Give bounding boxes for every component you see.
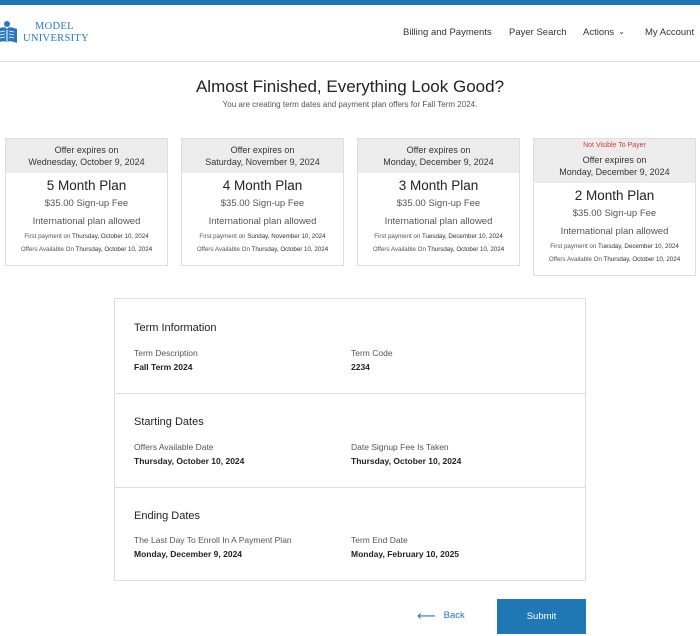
plan-card-2-month: Not Visible To Payer Offer expires on Mo… xyxy=(533,138,696,276)
signup-fee-date-value: Thursday, October 10, 2024 xyxy=(351,456,462,466)
term-code-label: Term Code xyxy=(351,348,393,358)
first-payment-label: First payment on xyxy=(24,233,71,240)
first-payment-line: First payment on Tuesday, December 10, 2… xyxy=(534,243,695,250)
plan-card-4-month: Offer expires on Saturday, November 9, 2… xyxy=(181,138,344,266)
first-payment-line: First payment on Tuesday, December 10, 2… xyxy=(358,233,519,240)
offers-available-date: Thursday, October 10, 2024 xyxy=(75,246,153,253)
offers-available-date: Thursday, October 10, 2024 xyxy=(251,246,329,253)
offer-expires-date: Saturday, November 9, 2024 xyxy=(205,157,320,167)
offer-expiry-header: Offer expires on Monday, December 9, 202… xyxy=(358,139,519,173)
term-end-date-value: Monday, February 10, 2025 xyxy=(351,549,460,559)
first-payment-label: First payment on xyxy=(550,243,597,250)
chevron-down-icon: ⌄ xyxy=(618,27,625,36)
term-description-label: Term Description xyxy=(134,348,198,358)
nav-payer-search[interactable]: Payer Search xyxy=(509,27,567,38)
first-payment-line: First payment on Thursday, October 10, 2… xyxy=(6,233,167,240)
signup-fee: $35.00 Sign-up Fee xyxy=(220,198,305,209)
offers-available-label: Offers Available On xyxy=(372,246,426,253)
nav-my-account-menu[interactable]: My Account⌄ xyxy=(645,27,700,38)
logo-line-2: UNIVERSITY xyxy=(23,33,89,44)
first-payment-label: First payment on xyxy=(199,233,246,240)
first-payment-date: Tuesday, December 10, 2024 xyxy=(421,233,503,240)
book-crest-icon xyxy=(0,21,17,44)
offers-available-label: Offers Available On xyxy=(20,246,74,253)
nav-billing-payments[interactable]: Billing and Payments xyxy=(403,27,492,38)
plan-card-3-month: Offer expires on Monday, December 9, 202… xyxy=(357,138,520,266)
section-title: Starting Dates xyxy=(134,416,204,428)
offer-expires-label: Offer expires on xyxy=(230,145,295,155)
offers-available-date-label: Offers Available Date xyxy=(134,442,214,452)
offers-available-line: Offers Available On Thursday, October 10… xyxy=(358,246,519,265)
international-allowed: International plan allowed xyxy=(560,226,669,237)
term-end-date-label: Term End Date xyxy=(351,535,408,545)
offer-expires-label: Offer expires on xyxy=(406,145,471,155)
offer-expires-date: Monday, December 9, 2024 xyxy=(559,167,670,177)
offer-expiry-header: Offer expires on Monday, December 9, 202… xyxy=(534,153,695,183)
offers-available-line: Offers Available On Thursday, October 10… xyxy=(182,246,343,265)
last-enroll-day-value: Monday, December 9, 2024 xyxy=(134,549,243,559)
first-payment-line: First payment on Sunday, November 10, 20… xyxy=(182,233,343,240)
offers-available-date: Thursday, October 10, 2024 xyxy=(603,256,681,263)
offers-available-label: Offers Available On xyxy=(196,246,250,253)
signup-fee: $35.00 Sign-up Fee xyxy=(44,198,129,209)
arrow-left-icon: ⟵ xyxy=(417,607,436,623)
back-label: Back xyxy=(443,610,465,621)
offers-available-date: Thursday, October 10, 2024 xyxy=(427,246,505,253)
offer-expiry-header: Offer expires on Saturday, November 9, 2… xyxy=(182,139,343,173)
site-header: MODEL UNIVERSITY Billing and Payments Pa… xyxy=(0,5,700,62)
logo-line-1: MODEL xyxy=(35,21,74,32)
starting-dates-section: Starting Dates Offers Available Date Thu… xyxy=(115,393,585,487)
nav-actions-menu[interactable]: Actions ⌄ xyxy=(583,27,625,38)
first-payment-date: Thursday, October 10, 2024 xyxy=(72,233,149,240)
university-logo[interactable]: MODEL UNIVERSITY xyxy=(0,19,89,47)
page-subtitle: You are creating term dates and payment … xyxy=(222,100,478,109)
section-title: Term Information xyxy=(134,322,217,334)
offer-expires-label: Offer expires on xyxy=(582,155,647,165)
first-payment-date: Tuesday, December 10, 2024 xyxy=(597,243,679,250)
back-button[interactable]: ⟵ Back xyxy=(417,607,465,623)
first-payment-date: Sunday, November 10, 2024 xyxy=(247,233,326,240)
term-summary-panel: Term Information Term Description Fall T… xyxy=(114,298,586,581)
plan-name: 2 Month Plan xyxy=(574,188,655,203)
international-allowed: International plan allowed xyxy=(384,216,493,227)
section-title: Ending Dates xyxy=(134,510,201,522)
term-description-value: Fall Term 2024 xyxy=(134,362,193,372)
logo-wordmark: MODEL UNIVERSITY xyxy=(23,21,89,45)
term-information-section: Term Information Term Description Fall T… xyxy=(115,299,585,393)
international-allowed: International plan allowed xyxy=(208,216,317,227)
offers-available-label: Offers Available On xyxy=(548,256,602,263)
ending-dates-section: Ending Dates The Last Day To Enroll In A… xyxy=(115,487,585,580)
first-payment-label: First payment on xyxy=(374,233,421,240)
not-visible-warning: Not Visible To Payer xyxy=(534,139,695,153)
international-allowed: International plan allowed xyxy=(32,216,141,227)
offers-available-date-value: Thursday, October 10, 2024 xyxy=(134,456,245,466)
submit-button[interactable]: Submit xyxy=(497,599,586,634)
offer-expires-label: Offer expires on xyxy=(54,145,119,155)
plan-name: 5 Month Plan xyxy=(46,178,127,193)
offers-available-line: Offers Available On Thursday, October 10… xyxy=(534,256,695,275)
signup-fee: $35.00 Sign-up Fee xyxy=(572,208,657,219)
plan-name: 3 Month Plan xyxy=(398,178,479,193)
plan-name: 4 Month Plan xyxy=(222,178,303,193)
term-code-value: 2234 xyxy=(351,362,370,372)
nav-actions-label: Actions xyxy=(583,27,615,38)
signup-fee: $35.00 Sign-up Fee xyxy=(396,198,481,209)
last-enroll-day-label: The Last Day To Enroll In A Payment Plan xyxy=(134,535,292,545)
offer-expiry-header: Offer expires on Wednesday, October 9, 2… xyxy=(6,139,167,173)
nav-my-account-label: My Account xyxy=(645,27,695,38)
offers-available-line: Offers Available On Thursday, October 10… xyxy=(6,246,167,265)
offer-expires-date: Wednesday, October 9, 2024 xyxy=(28,157,145,167)
signup-fee-date-label: Date Signup Fee Is Taken xyxy=(351,442,449,452)
page-title: Almost Finished, Everything Look Good? xyxy=(195,77,505,96)
offer-expires-date: Monday, December 9, 2024 xyxy=(383,157,494,167)
plan-card-5-month: Offer expires on Wednesday, October 9, 2… xyxy=(5,138,168,266)
